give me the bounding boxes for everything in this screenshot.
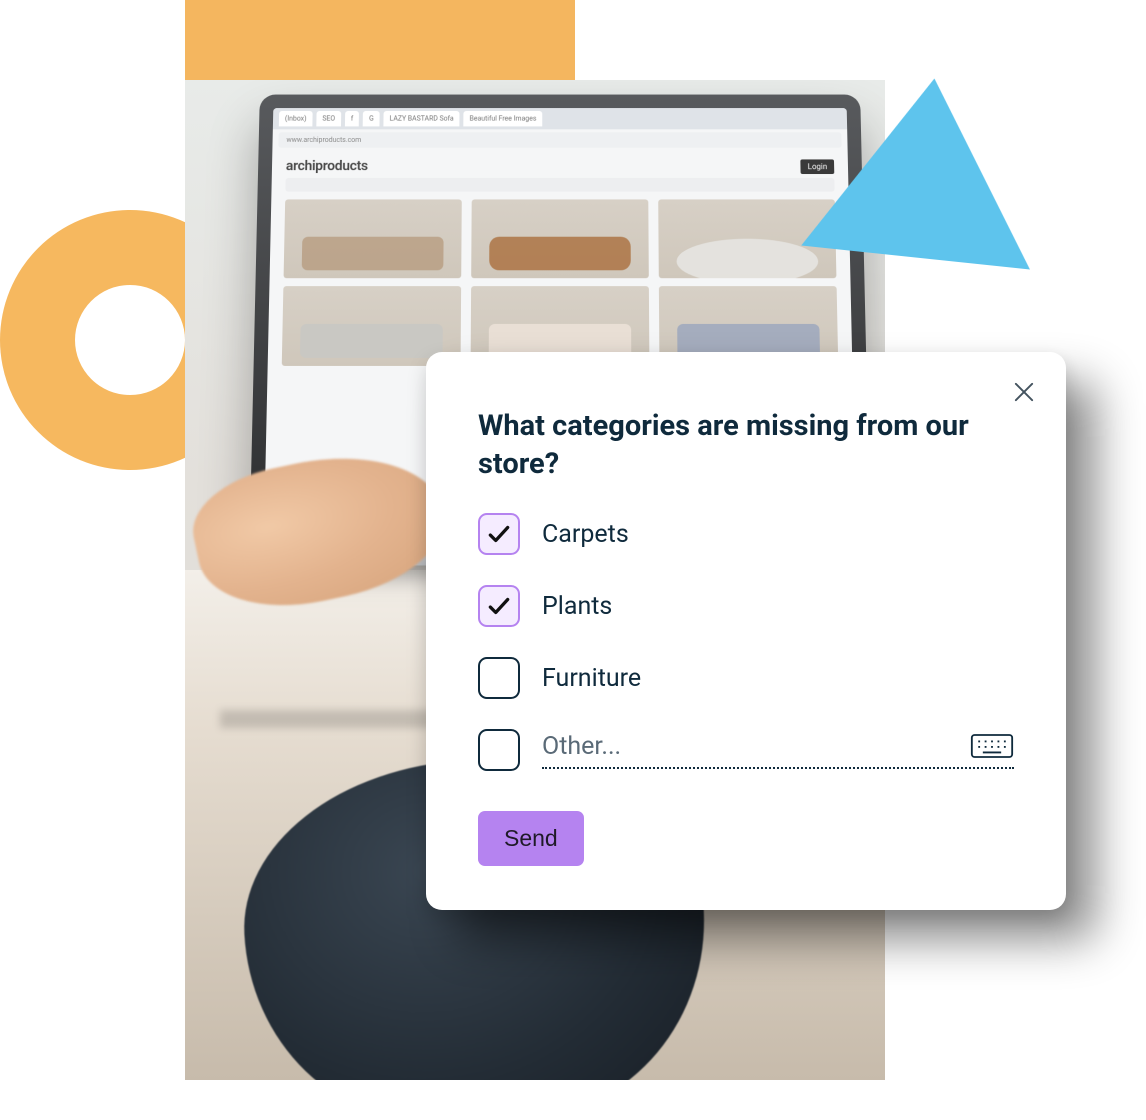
option-label: Furniture bbox=[542, 664, 641, 693]
close-icon[interactable] bbox=[1010, 378, 1038, 406]
checkbox[interactable] bbox=[478, 657, 520, 699]
checkbox[interactable] bbox=[478, 513, 520, 555]
site-brand: archiproducts bbox=[286, 158, 368, 174]
checkbox[interactable] bbox=[478, 729, 520, 771]
other-input[interactable]: Other... bbox=[542, 731, 1014, 769]
survey-card: What categories are missing from our sto… bbox=[426, 352, 1066, 910]
checkbox[interactable] bbox=[478, 585, 520, 627]
browser-tab: LAZY BASTARD Sofa bbox=[384, 111, 460, 126]
option-other[interactable]: Other... bbox=[478, 729, 1014, 771]
browser-tab: f bbox=[345, 111, 359, 126]
browser-tab: G bbox=[363, 111, 380, 126]
product-card bbox=[284, 199, 462, 278]
address-bar: www.archiproducts.com bbox=[278, 132, 841, 148]
product-grid bbox=[270, 199, 851, 278]
product-caption bbox=[284, 278, 462, 280]
option-carpets[interactable]: Carpets bbox=[478, 513, 1014, 555]
option-plants[interactable]: Plants bbox=[478, 585, 1014, 627]
option-furniture[interactable]: Furniture bbox=[478, 657, 1014, 699]
keyboard-icon bbox=[970, 731, 1014, 761]
site-search bbox=[285, 178, 834, 192]
product-caption bbox=[659, 278, 837, 280]
other-placeholder: Other... bbox=[542, 732, 958, 761]
option-label: Plants bbox=[542, 592, 612, 621]
decor-triangle bbox=[801, 66, 1049, 269]
browser-tab: Beautiful Free Images bbox=[464, 111, 543, 126]
survey-question: What categories are missing from our sto… bbox=[478, 408, 1014, 483]
product-card bbox=[471, 199, 649, 278]
option-label: Carpets bbox=[542, 520, 629, 549]
send-button[interactable]: Send bbox=[478, 811, 584, 866]
survey-options: Carpets Plants Furniture Other... bbox=[478, 513, 1014, 771]
browser-tabs: (Inbox) SEO f G LAZY BASTARD Sofa Beauti… bbox=[273, 108, 847, 129]
browser-tab: SEO bbox=[316, 111, 341, 126]
browser-tab: (Inbox) bbox=[279, 111, 313, 126]
product-caption bbox=[471, 278, 649, 280]
